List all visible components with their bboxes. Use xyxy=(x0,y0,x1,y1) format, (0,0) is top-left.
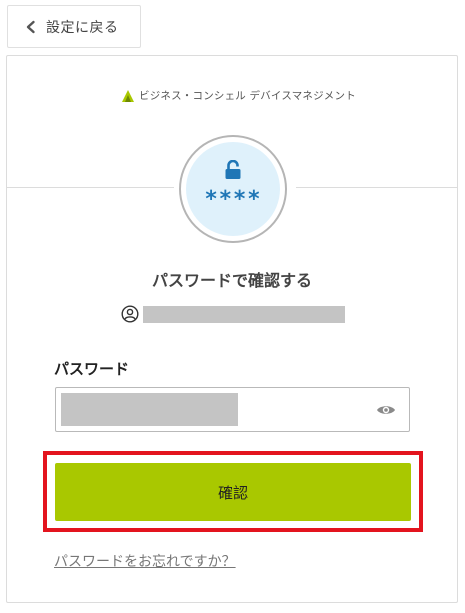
unlock-icon xyxy=(224,160,242,180)
brand-logo xyxy=(121,89,135,103)
password-label: パスワード xyxy=(54,360,130,378)
divider-left xyxy=(7,187,174,188)
brand-name: ビジネス・コンシェル デバイスマネジメント xyxy=(139,90,356,102)
back-button-label: 設定に戻る xyxy=(46,19,119,36)
redacted-user-id xyxy=(143,305,345,323)
back-button[interactable]: 設定に戻る xyxy=(7,5,141,48)
password-hero-badge: **** xyxy=(179,135,287,243)
confirm-button-label: 確認 xyxy=(217,483,248,502)
forgot-password-link[interactable]: パスワードをお忘れですか？ xyxy=(54,551,236,571)
user-identity-row xyxy=(121,305,345,323)
confirm-button[interactable]: 確認 xyxy=(55,463,411,521)
masked-password-stars: **** xyxy=(204,187,262,212)
divider-right xyxy=(296,187,458,188)
login-card: ビジネス・コンシェル デバイスマネジメント **** パスワードで確認する パス… xyxy=(6,55,458,603)
chevron-left-icon xyxy=(24,20,38,34)
redacted-password-value xyxy=(61,393,238,426)
page-title: パスワードで確認する xyxy=(151,271,312,290)
user-circle-icon xyxy=(121,305,139,323)
hero-inner-circle: **** xyxy=(186,142,280,236)
password-input[interactable] xyxy=(55,387,410,432)
eye-icon[interactable] xyxy=(376,402,396,418)
brand-header: ビジネス・コンシェル デバイスマネジメント xyxy=(121,88,356,103)
